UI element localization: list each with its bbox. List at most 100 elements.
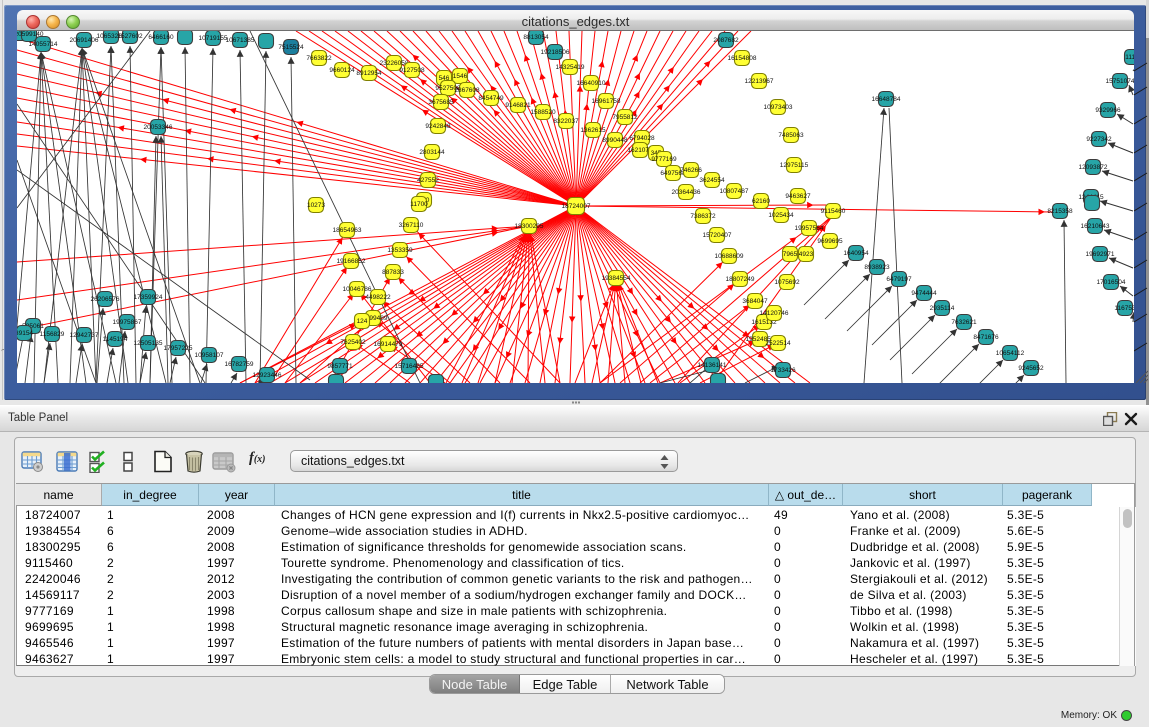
svg-text:39154: 39154 bbox=[17, 330, 33, 337]
svg-text:8322037: 8322037 bbox=[553, 118, 579, 125]
svg-text:9463627: 9463627 bbox=[785, 193, 811, 200]
svg-text:8471676: 8471676 bbox=[973, 334, 999, 341]
svg-text:427552: 427552 bbox=[417, 177, 439, 184]
svg-text:16961758: 16961758 bbox=[592, 98, 621, 105]
svg-text:8912954: 8912954 bbox=[356, 70, 382, 77]
svg-text:20053346: 20053346 bbox=[144, 124, 173, 131]
svg-text:6794028: 6794028 bbox=[629, 135, 655, 142]
svg-text:10719155: 10719155 bbox=[199, 35, 228, 42]
svg-text:15720407: 15720407 bbox=[703, 232, 732, 239]
svg-text:7386372: 7386372 bbox=[690, 213, 716, 220]
svg-text:17359924: 17359924 bbox=[134, 294, 163, 301]
svg-text:9660124: 9660124 bbox=[329, 67, 355, 74]
svg-text:16648784: 16648784 bbox=[872, 96, 901, 103]
svg-text:8454749: 8454749 bbox=[478, 95, 504, 102]
svg-text:1025434: 1025434 bbox=[768, 212, 794, 219]
svg-text:9699695: 9699695 bbox=[817, 238, 843, 245]
svg-text:124: 124 bbox=[357, 318, 368, 325]
svg-text:26206576: 26206576 bbox=[91, 296, 120, 303]
svg-text:7632621: 7632621 bbox=[951, 319, 977, 326]
svg-text:17957225: 17957225 bbox=[164, 345, 193, 352]
svg-text:7485063: 7485063 bbox=[778, 132, 804, 139]
svg-text:16640910: 16640910 bbox=[577, 80, 606, 87]
svg-text:2935114: 2935114 bbox=[930, 305, 955, 312]
svg-text:9857771: 9857771 bbox=[327, 363, 353, 370]
svg-text:9127508: 9127508 bbox=[399, 67, 425, 74]
svg-text:2522514: 2522514 bbox=[765, 340, 791, 347]
svg-text:10958107: 10958107 bbox=[195, 352, 224, 359]
svg-text:62160: 62160 bbox=[752, 198, 770, 205]
svg-text:16210643: 16210643 bbox=[1081, 223, 1110, 230]
svg-text:3624554: 3624554 bbox=[699, 177, 725, 184]
svg-text:1546: 1546 bbox=[453, 73, 468, 80]
svg-text:3267110: 3267110 bbox=[399, 222, 424, 229]
svg-text:19975867: 19975867 bbox=[113, 319, 142, 326]
svg-text:10807487: 10807487 bbox=[720, 188, 749, 195]
svg-text:12923446: 12923446 bbox=[253, 372, 282, 379]
svg-text:3684047: 3684047 bbox=[742, 298, 768, 305]
svg-text:10671385: 10671385 bbox=[226, 37, 255, 44]
svg-text:19218506: 19218506 bbox=[541, 49, 570, 56]
svg-text:14055714: 14055714 bbox=[29, 41, 58, 48]
svg-text:887833: 887833 bbox=[382, 269, 404, 276]
svg-text:7515524: 7515524 bbox=[278, 44, 304, 51]
svg-text:8938923: 8938923 bbox=[864, 264, 890, 271]
svg-text:1588520: 1588520 bbox=[530, 109, 556, 116]
svg-text:8215358: 8215358 bbox=[1047, 208, 1073, 215]
svg-text:9474444: 9474444 bbox=[911, 290, 937, 297]
svg-text:11700: 11700 bbox=[410, 201, 428, 208]
svg-text:10046786: 10046786 bbox=[343, 286, 372, 293]
svg-text:9146821: 9146821 bbox=[505, 102, 531, 109]
svg-text:1075692: 1075692 bbox=[774, 279, 800, 286]
svg-text:18724007: 18724007 bbox=[562, 203, 591, 210]
svg-text:7663822: 7663822 bbox=[306, 55, 332, 62]
svg-text:14325419: 14325419 bbox=[556, 64, 585, 71]
svg-text:15751074: 15751074 bbox=[1106, 78, 1134, 85]
svg-text:12975115: 12975115 bbox=[780, 162, 809, 169]
svg-text:1527602: 1527602 bbox=[117, 33, 143, 40]
svg-text:16782759: 16782759 bbox=[225, 361, 254, 368]
svg-text:16154808: 16154808 bbox=[728, 55, 757, 62]
svg-text:4923: 4923 bbox=[799, 251, 814, 258]
svg-text:20364436: 20364436 bbox=[672, 189, 701, 196]
svg-text:19692971: 19692971 bbox=[1086, 251, 1115, 258]
svg-text:12505135: 12505135 bbox=[134, 340, 163, 347]
svg-text:14136141: 14136141 bbox=[698, 362, 727, 369]
svg-text:10273: 10273 bbox=[307, 202, 325, 209]
svg-text:16914479: 16914479 bbox=[374, 341, 403, 348]
svg-text:7965: 7965 bbox=[783, 251, 798, 258]
svg-text:116753: 116753 bbox=[1114, 305, 1134, 312]
svg-text:12213967: 12213967 bbox=[745, 78, 774, 85]
svg-text:18300295: 18300295 bbox=[515, 223, 544, 230]
svg-text:9245652: 9245652 bbox=[1018, 365, 1044, 372]
svg-text:9329966: 9329966 bbox=[1095, 107, 1121, 114]
svg-text:19957564: 19957564 bbox=[795, 225, 824, 232]
svg-text:1640954: 1640954 bbox=[843, 250, 869, 257]
svg-text:8813054: 8813054 bbox=[523, 34, 549, 41]
svg-text:1362615: 1362615 bbox=[580, 127, 606, 134]
svg-text:20691406: 20691406 bbox=[70, 37, 99, 44]
svg-text:12942737: 12942737 bbox=[70, 332, 99, 339]
svg-text:4498222: 4498222 bbox=[365, 294, 391, 301]
svg-text:10688609: 10688609 bbox=[715, 253, 744, 260]
svg-text:9227342: 9227342 bbox=[1086, 136, 1112, 143]
svg-text:1733426: 1733426 bbox=[770, 367, 796, 374]
svg-text:19166852: 19166852 bbox=[337, 258, 366, 265]
svg-text:8990448: 8990448 bbox=[602, 137, 628, 144]
svg-text:12093872: 12093872 bbox=[1079, 164, 1108, 171]
svg-text:19384554: 19384554 bbox=[602, 275, 631, 282]
svg-text:9777169: 9777169 bbox=[651, 156, 677, 163]
svg-text:10973403: 10973403 bbox=[764, 104, 793, 111]
svg-text:1353359: 1353359 bbox=[387, 247, 413, 254]
svg-text:6479197: 6479197 bbox=[886, 276, 912, 283]
svg-text:1145194: 1145194 bbox=[103, 336, 128, 343]
svg-text:14120746: 14120746 bbox=[760, 310, 789, 317]
svg-text:2803144: 2803144 bbox=[419, 149, 445, 156]
svg-text:2087682: 2087682 bbox=[713, 37, 739, 44]
svg-text:2867608: 2867608 bbox=[454, 87, 480, 94]
svg-text:18654963: 18654963 bbox=[333, 227, 362, 234]
svg-text:746266: 746266 bbox=[680, 167, 702, 174]
svg-text:3675685: 3675685 bbox=[428, 99, 454, 106]
svg-text:7955812: 7955812 bbox=[612, 114, 638, 121]
svg-text:9242848: 9242848 bbox=[425, 123, 451, 130]
